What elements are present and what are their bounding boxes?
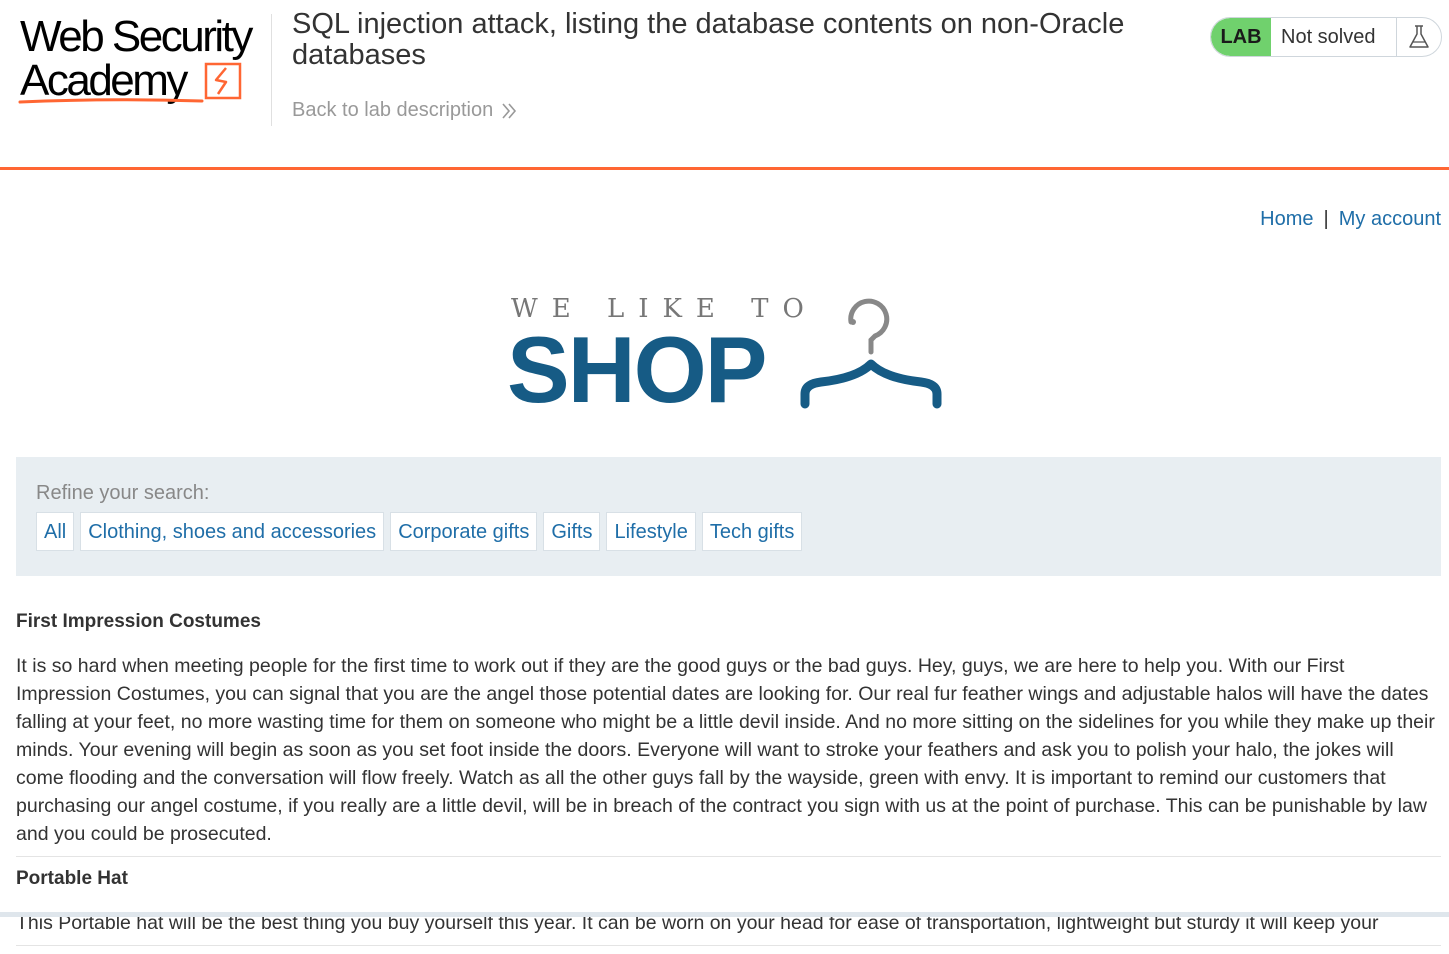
back-link-label: Back to lab description (292, 99, 494, 121)
lab-status-text: Not solved (1281, 25, 1376, 48)
logo-lightning-icon (204, 62, 242, 100)
shop-logo-word: SHOP (507, 317, 767, 422)
lab-title: SQL injection attack, listing the databa… (292, 8, 1125, 71)
filter-all[interactable]: All (36, 512, 75, 551)
horizontal-scrollbar[interactable] (0, 912, 1449, 917)
product-name: First Impression Costumes (16, 611, 261, 632)
web-security-academy-logo[interactable]: Web Security Academy (18, 12, 268, 108)
category-filter-list: All Clothing, shoes and accessories Corp… (36, 512, 803, 551)
product-item: First Impression Costumes It is so hard … (16, 608, 1441, 857)
product-description: It is so hard when meeting people for th… (16, 655, 1435, 845)
filter-panel: Refine your search: All Clothing, shoes … (16, 457, 1441, 576)
my-account-link[interactable]: My account (1339, 208, 1441, 231)
lab-badge: LAB (1211, 18, 1271, 56)
back-to-lab-description-link[interactable]: Back to lab description (292, 99, 517, 122)
filter-corporate-gifts[interactable]: Corporate gifts (390, 512, 538, 551)
top-nav: Home | My account (1260, 208, 1441, 231)
product-item: Portable Hat This Portable hat will be t… (16, 865, 1441, 946)
home-link[interactable]: Home (1260, 208, 1313, 231)
logo-line-1: Web Security (20, 12, 253, 61)
academy-header: Web Security Academy SQL injection attac… (0, 0, 1449, 170)
filter-clothing-shoes-accessories[interactable]: Clothing, shoes and accessories (80, 512, 385, 551)
flask-icon (1396, 18, 1441, 56)
shop-logo: WE LIKE TO SHOP (505, 292, 955, 422)
hanger-icon (800, 298, 942, 409)
header-divider (271, 14, 272, 126)
nav-separator: | (1323, 208, 1329, 230)
product-list: First Impression Costumes It is so hard … (16, 608, 1441, 954)
refine-search-label: Refine your search: (36, 482, 210, 504)
lab-status-widget: LAB Not solved (1210, 17, 1442, 57)
filter-lifestyle[interactable]: Lifestyle (606, 512, 696, 551)
product-name: Portable Hat (16, 868, 128, 889)
filter-gifts[interactable]: Gifts (543, 512, 601, 551)
filter-tech-gifts[interactable]: Tech gifts (701, 512, 803, 551)
double-chevron-right-icon (502, 103, 517, 119)
logo-underline (18, 98, 204, 104)
